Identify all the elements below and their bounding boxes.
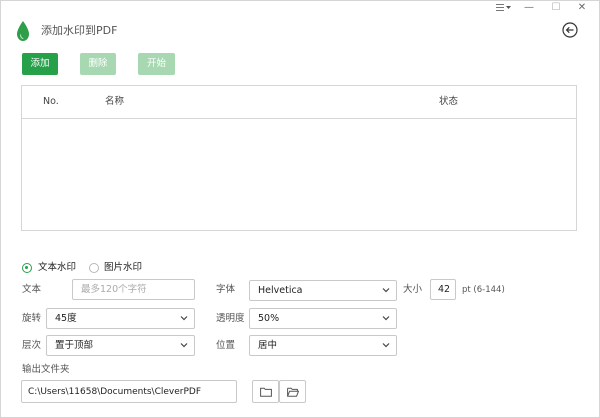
chevron-down-icon: [180, 343, 188, 348]
add-button[interactable]: 添加: [22, 53, 58, 75]
back-arrow-icon[interactable]: [562, 22, 578, 38]
font-select[interactable]: Helvetica: [249, 280, 397, 301]
watermark-text-placeholder: 最多120个字符: [81, 284, 147, 295]
delete-button[interactable]: 删除: [80, 53, 116, 75]
open-folder-button[interactable]: [279, 380, 306, 403]
image-watermark-label[interactable]: 图片水印: [104, 262, 142, 274]
page-title: 添加水印到PDF: [41, 24, 118, 37]
size-range-hint: pt (6-144): [462, 285, 505, 295]
maximize-button[interactable]: ☐: [549, 1, 563, 15]
close-button[interactable]: ✕: [575, 1, 589, 15]
opacity-select-value: 50%: [258, 313, 280, 324]
text-watermark-label[interactable]: 文本水印: [38, 262, 76, 274]
text-watermark-radio[interactable]: [22, 263, 32, 273]
file-table[interactable]: No. 名称 状态: [21, 85, 577, 231]
layer-label: 层次: [22, 340, 42, 351]
size-label: 大小: [403, 284, 423, 295]
output-path-input[interactable]: C:\Users\11658\Documents\CleverPDF: [21, 380, 237, 403]
rotation-select-value: 45度: [55, 313, 77, 324]
column-header-no[interactable]: No.: [43, 96, 59, 108]
output-path-value: C:\Users\11658\Documents\CleverPDF: [28, 387, 202, 397]
table-header: No. 名称 状态: [22, 86, 576, 119]
start-button[interactable]: 开始: [138, 53, 175, 75]
opacity-label: 透明度: [216, 313, 245, 324]
chevron-down-icon: [180, 316, 188, 321]
rotation-label: 旋转: [22, 313, 42, 324]
font-label: 字体: [216, 284, 236, 295]
column-header-status[interactable]: 状态: [439, 96, 458, 108]
minimize-button[interactable]: —: [522, 1, 536, 15]
open-folder-icon: [287, 387, 299, 397]
folder-icon: [260, 387, 272, 397]
droplet-logo-icon: [17, 21, 29, 41]
font-size-input[interactable]: 42: [430, 279, 456, 300]
rotation-select[interactable]: 45度: [46, 308, 195, 329]
text-label: 文本: [22, 284, 42, 295]
image-watermark-radio[interactable]: [89, 263, 99, 273]
browse-folder-button[interactable]: [252, 380, 279, 403]
font-select-value: Helvetica: [258, 285, 303, 296]
column-header-name[interactable]: 名称: [105, 96, 124, 108]
watermark-text-input[interactable]: 最多120个字符: [72, 279, 195, 300]
font-size-value: 42: [438, 284, 451, 295]
position-label: 位置: [216, 340, 236, 351]
chevron-down-icon: [382, 343, 390, 348]
chevron-down-icon: [382, 288, 390, 293]
opacity-select[interactable]: 50%: [249, 308, 397, 329]
menu-dropdown-icon[interactable]: [494, 1, 514, 15]
chevron-down-icon: [382, 316, 390, 321]
layer-select[interactable]: 置于顶部: [46, 335, 195, 356]
layer-select-value: 置于顶部: [55, 340, 94, 351]
position-select[interactable]: 居中: [249, 335, 397, 356]
position-select-value: 居中: [258, 340, 278, 351]
output-folder-label: 输出文件夹: [22, 364, 70, 375]
